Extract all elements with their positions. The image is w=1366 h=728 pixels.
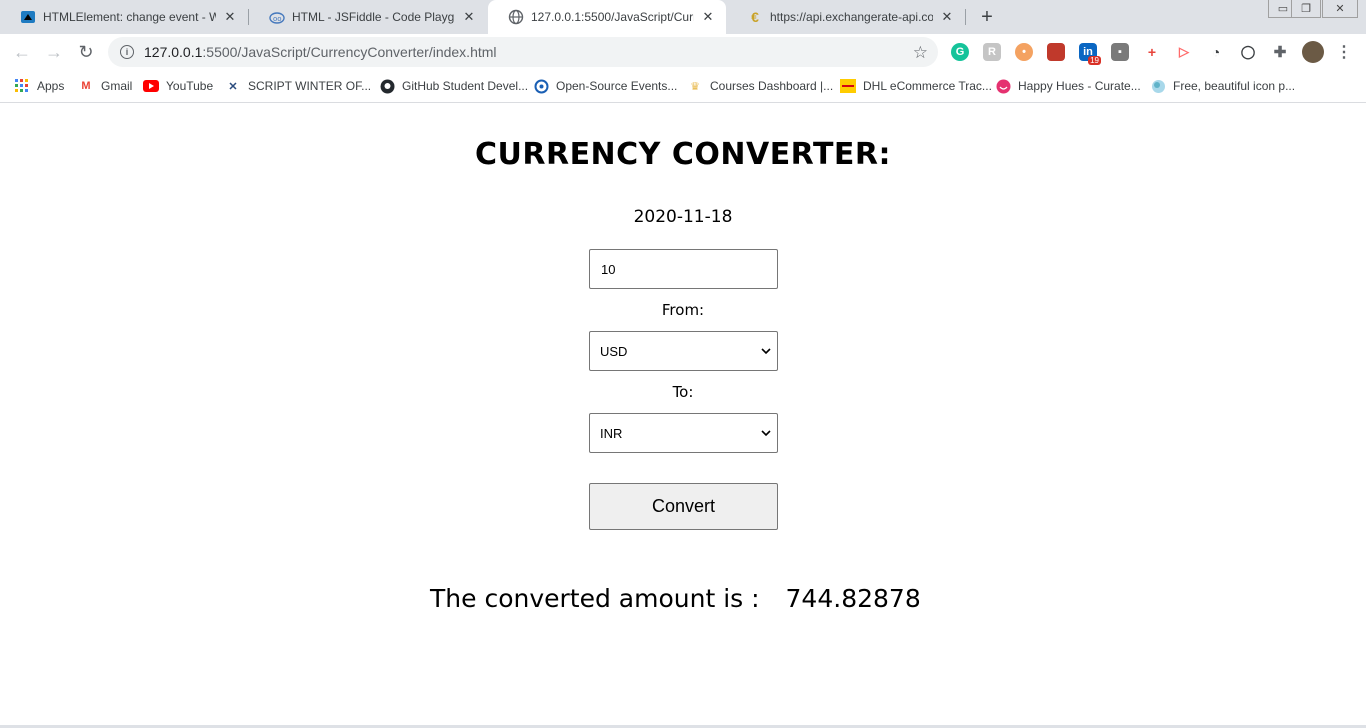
result-line: The converted amount is : 744.82878 [430,584,921,613]
page-title: CURRENCY CONVERTER: [474,137,891,172]
close-icon[interactable]: ✕ [700,9,716,25]
bookmark-happy-hues[interactable]: Happy Hues - Curate... [995,77,1141,95]
bookmark-gmail[interactable]: M Gmail [78,77,132,95]
bookmark-extension-icon[interactable] [1047,43,1065,61]
avatar[interactable] [1302,41,1324,63]
opensource-icon [533,78,549,94]
mdn-icon [20,9,36,25]
euro-icon: € [751,9,759,25]
apps-grid-icon [14,78,30,94]
url-host: 127.0.0.1 [144,44,203,60]
close-window-button[interactable]: ✕ [1322,0,1358,18]
browser-toolbar: ← → ↻ i 127.0.0.1:5500/JavaScript/Curren… [0,34,1366,70]
from-currency-value: USD [600,343,628,359]
swoc-icon: ✕ [228,80,238,93]
url-path: :5500/JavaScript/CurrencyConverter/index… [202,44,497,60]
chevron-down-icon [761,426,771,440]
close-icon[interactable]: ✕ [939,9,955,25]
bookmark-label: DHL eCommerce Trac... [863,79,992,93]
to-currency-select[interactable]: INR [589,413,778,453]
bookmarks-bar: Apps M Gmail YouTube ✕ SCRIPT WINTER OF.… [0,70,1366,103]
extension-icon[interactable]: R [983,43,1001,61]
to-currency-value: INR [600,425,623,441]
forward-button[interactable]: → [42,40,66,64]
bookmark-github[interactable]: GitHub Student Devel... [379,77,528,95]
to-label: To: [672,383,694,401]
chevron-down-icon [761,344,771,358]
linkedin-icon[interactable]: in 19 [1079,43,1101,65]
icon-pack-icon [1150,78,1166,94]
github-icon [379,78,395,94]
from-currency-select[interactable]: USD [589,331,778,371]
reload-button[interactable]: ↻ [74,40,98,64]
close-icon[interactable]: ✕ [222,9,238,25]
crown-icon: ♛ [690,80,700,93]
speedometer-icon[interactable]: ◔ [1207,43,1225,61]
bookmark-youtube[interactable]: YouTube [143,77,213,95]
address-url[interactable]: 127.0.0.1:5500/JavaScript/CurrencyConver… [144,44,497,60]
bookmark-label: GitHub Student Devel... [402,79,529,93]
tab-exchangerate-api[interactable]: € https://api.exchangerate-api.com/v ✕ [727,0,965,34]
result-label: The converted amount is : [430,584,760,613]
extension-icon[interactable]: ▷ [1175,43,1193,61]
amount-input[interactable] [589,249,778,289]
bookmark-apps[interactable]: Apps [14,77,64,95]
tab-currency-converter[interactable]: 127.0.0.1:5500/JavaScript/Currency ✕ [488,0,726,34]
extension-icon[interactable]: + [1143,43,1161,61]
tab-title: 127.0.0.1:5500/JavaScript/Currency [531,10,694,24]
from-label: From: [661,301,705,319]
bookmark-label: Gmail [101,79,133,93]
result-value: 744.82878 [785,584,921,613]
dhl-icon [840,78,856,94]
happy-hues-icon [995,78,1011,94]
tab-strip: HTMLElement: change event - Web A ✕ oo H… [0,0,1366,34]
gmail-icon: M [81,80,91,92]
bookmark-label: Happy Hues - Curate... [1018,79,1141,93]
notification-badge: 19 [1088,56,1101,65]
bookmark-label: Open-Source Events... [556,79,678,93]
bookmark-label: Free, beautiful icon p... [1173,79,1296,93]
address-bar[interactable]: i 127.0.0.1:5500/JavaScript/CurrencyConv… [108,37,938,67]
tab-mdn[interactable]: HTMLElement: change event - Web A ✕ [0,0,248,34]
extension-icon[interactable]: ◯ [1239,43,1257,61]
tab-jsfiddle[interactable]: oo HTML - JSFiddle - Code Playground ✕ [249,0,487,34]
globe-icon [508,9,524,25]
bookmark-label: SCRIPT WINTER OF... [248,79,372,93]
bookmark-dhl[interactable]: DHL eCommerce Trac... [840,77,992,95]
site-info-icon[interactable]: i [120,45,134,59]
page-content: CURRENCY CONVERTER: 2020-11-18 From: USD… [0,104,1366,725]
bookmark-courses[interactable]: ♛ Courses Dashboard |... [687,77,833,95]
tab-title: HTML - JSFiddle - Code Playground [292,10,455,24]
bookmark-label: YouTube [166,79,214,93]
new-tab-button[interactable]: + [976,6,998,28]
tab-divider [965,9,966,25]
tab-title: https://api.exchangerate-api.com/v [770,10,933,24]
tab-title: HTMLElement: change event - Web A [43,10,216,24]
back-button[interactable]: ← [10,40,34,64]
rate-date: 2020-11-18 [633,207,733,227]
puzzle-icon[interactable]: ✚ [1271,43,1289,61]
jsfiddle-icon: oo [269,9,285,25]
bookmark-icon-pack[interactable]: Free, beautiful icon p... [1150,77,1295,95]
convert-button[interactable]: Convert [589,483,778,530]
menu-kebab-icon[interactable]: ⋮ [1335,43,1353,61]
youtube-icon [143,78,159,94]
bookmark-opensource[interactable]: Open-Source Events... [533,77,677,95]
close-icon[interactable]: ✕ [461,9,477,25]
bookmark-swoc[interactable]: ✕ SCRIPT WINTER OF... [225,77,371,95]
svg-text:oo: oo [273,15,282,23]
bookmark-star-icon[interactable]: ☆ [913,43,928,63]
extension-icon[interactable]: • [1015,43,1033,61]
bookmark-label: Apps [37,79,65,93]
extension-icon[interactable]: ▪ [1111,43,1129,61]
bookmark-label: Courses Dashboard |... [710,79,834,93]
grammarly-icon[interactable]: G [951,43,969,61]
restore-button[interactable]: ❐ [1291,0,1321,18]
